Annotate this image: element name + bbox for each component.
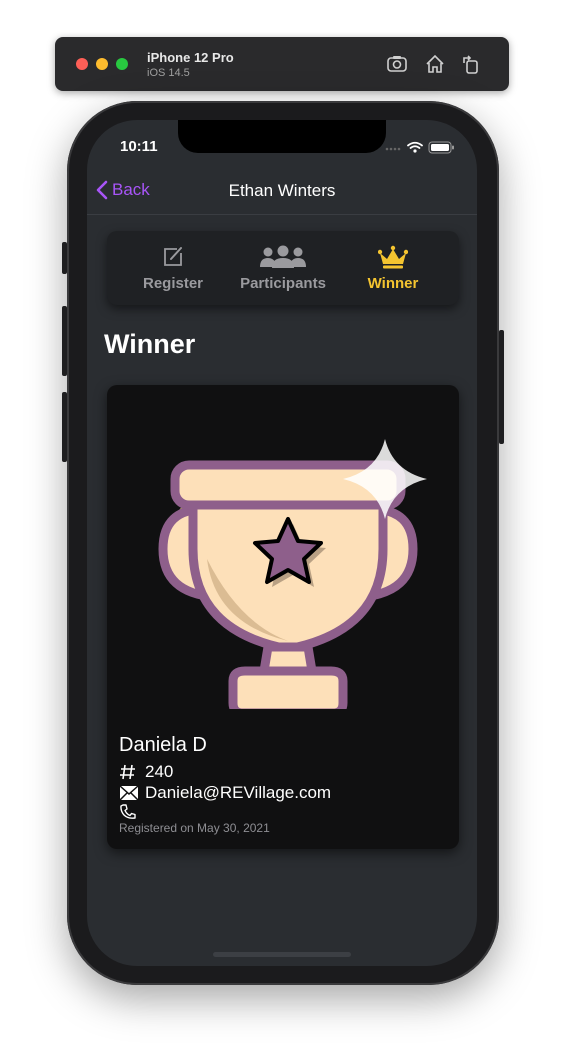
screenshot-icon[interactable]	[386, 53, 408, 75]
navigation-bar: Back Ethan Winters	[87, 170, 477, 215]
winner-card: Daniela D 240 Daniela@REVillage.com Regi…	[107, 385, 459, 849]
tab-winner[interactable]: Winner	[333, 241, 453, 292]
winner-name: Daniela D	[119, 734, 207, 756]
battery-icon	[428, 141, 454, 154]
side-button	[499, 330, 504, 444]
tab-participants[interactable]: Participants	[223, 241, 343, 292]
number-sign-icon	[119, 763, 145, 781]
tab-register-label: Register	[142, 275, 204, 292]
trophy-icon	[158, 439, 427, 709]
people-icon	[223, 241, 343, 269]
home-icon[interactable]	[424, 53, 446, 75]
minimize-window-button[interactable]	[96, 58, 108, 70]
volume-down-button	[62, 392, 67, 462]
winner-number: 240	[145, 762, 174, 781]
rotate-icon[interactable]	[460, 53, 482, 75]
mute-switch	[62, 242, 67, 274]
status-icons	[385, 140, 455, 159]
envelope-icon	[119, 785, 145, 801]
simulator-title-bar: iPhone 12 Pro iOS 14.5	[55, 37, 509, 91]
section-title: Winner	[104, 329, 196, 359]
phone-screen: 10:11 Back Ethan Winters Register Partic…	[87, 120, 477, 966]
home-indicator[interactable]	[213, 952, 351, 957]
winner-email-row: Daniela@REVillage.com	[119, 783, 331, 803]
notch	[178, 120, 386, 153]
winner-number-row: 240	[119, 762, 173, 782]
zoom-window-button[interactable]	[116, 58, 128, 70]
tab-register[interactable]: Register	[113, 241, 233, 292]
wifi-icon	[407, 141, 423, 149]
signal-icon	[385, 147, 401, 151]
crown-icon	[333, 241, 453, 269]
phone-icon	[119, 803, 145, 821]
nav-title: Ethan Winters	[228, 181, 336, 200]
winner-phone-row	[119, 803, 145, 821]
compose-icon	[113, 241, 233, 269]
registration-date: Registered on May 30, 2021	[119, 821, 270, 835]
tab-winner-label: Winner	[367, 275, 419, 292]
winner-email: Daniela@REVillage.com	[145, 783, 332, 802]
simulator-os-version: iOS 14.5	[147, 67, 190, 79]
tab-participants-label: Participants	[240, 275, 326, 292]
simulator-device-name: iPhone 12 Pro	[147, 50, 234, 65]
segment-control: Register Participants Winner	[107, 231, 459, 305]
close-window-button[interactable]	[76, 58, 88, 70]
volume-up-button	[62, 306, 67, 376]
status-time: 10:11	[120, 138, 158, 155]
